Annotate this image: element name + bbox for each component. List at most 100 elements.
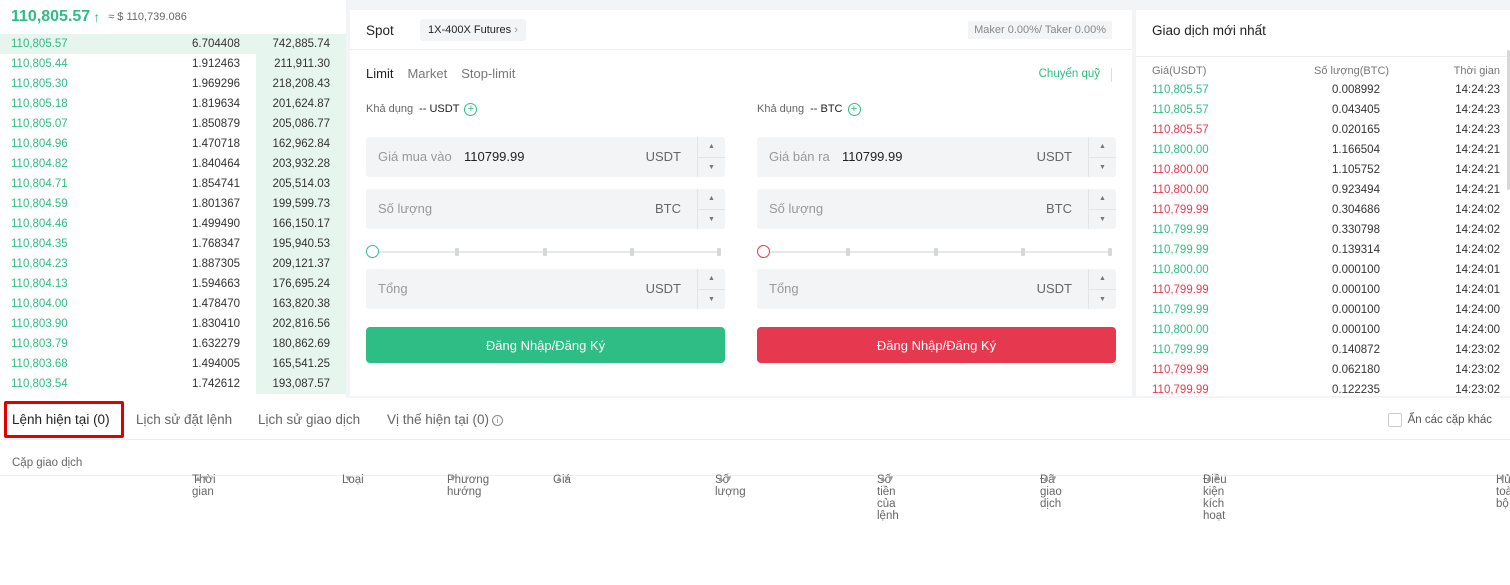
order-book-row[interactable]: 110,805.07 1.850879 205,086.77 bbox=[0, 114, 346, 134]
chevron-down-icon[interactable]: ▼ bbox=[344, 474, 352, 483]
sort-icon[interactable]: ▲▼ bbox=[555, 474, 571, 483]
hide-other-pairs-checkbox[interactable] bbox=[1387, 413, 1402, 427]
stepper-down-icon[interactable]: ▼ bbox=[1089, 209, 1116, 229]
order-amount: 1.850879 bbox=[192, 118, 240, 130]
futures-badge-label: 1X-400X Futures bbox=[428, 24, 512, 36]
order-book-row[interactable]: 110,805.18 1.819634 201,624.87 bbox=[0, 94, 346, 114]
hide-other-pairs[interactable]: Ẩn các cặp khác bbox=[1387, 413, 1492, 427]
slider-mark[interactable] bbox=[1108, 248, 1112, 256]
slider-mark[interactable] bbox=[1021, 248, 1025, 256]
order-book-row[interactable]: 110,804.71 1.854741 205,514.03 bbox=[0, 174, 346, 194]
buy-total-input[interactable]: Tổng bbox=[378, 281, 408, 296]
add-funds-icon[interactable]: + bbox=[464, 102, 478, 116]
stepper-up-icon[interactable]: ▲ bbox=[1089, 189, 1116, 209]
sort-icon[interactable]: ▲▼ bbox=[717, 474, 733, 483]
stepper-up-icon[interactable]: ▲ bbox=[698, 189, 725, 209]
buy-amount-slider[interactable] bbox=[366, 245, 721, 259]
tab-stop-limit[interactable]: Stop-limit bbox=[461, 66, 515, 81]
stepper-up-icon[interactable]: ▲ bbox=[698, 137, 725, 157]
stepper-up-icon[interactable]: ▲ bbox=[698, 269, 725, 289]
buy-form: Khả dụng -- USDT + Giá mua vào 110799.99… bbox=[366, 101, 725, 363]
order-book-row[interactable]: 110,804.23 1.887305 209,121.37 bbox=[0, 254, 346, 274]
buy-total-field[interactable]: Tổng USDT ▲ ▼ bbox=[366, 269, 725, 309]
sort-icon[interactable]: ▲▼ bbox=[1205, 474, 1221, 483]
order-amount: 1.830410 bbox=[192, 318, 240, 330]
stepper-down-icon[interactable]: ▼ bbox=[698, 157, 725, 177]
add-funds-icon[interactable]: + bbox=[847, 102, 861, 116]
slider-mark[interactable] bbox=[630, 248, 634, 256]
order-amount: 1.768347 bbox=[192, 238, 240, 250]
sell-total-field[interactable]: Tổng USDT ▲ ▼ bbox=[757, 269, 1116, 309]
order-amount: 1.969296 bbox=[192, 78, 240, 90]
tab-limit[interactable]: Limit bbox=[366, 66, 393, 81]
slider-mark[interactable] bbox=[717, 248, 721, 256]
stepper-up-icon[interactable]: ▲ bbox=[1089, 137, 1116, 157]
sell-total-input[interactable]: Tổng bbox=[769, 281, 799, 296]
buy-quantity-field[interactable]: Số lượng BTC ▲ ▼ bbox=[366, 189, 725, 229]
stepper-down-icon[interactable]: ▼ bbox=[1089, 289, 1116, 309]
order-book-row[interactable]: 110,804.59 1.801367 199,599.73 bbox=[0, 194, 346, 214]
order-book: 110,805.57 ↑ ≈ $ 110,739.086 110,805.57 6… bbox=[0, 0, 346, 398]
slider-mark[interactable] bbox=[846, 248, 850, 256]
order-book-row[interactable]: 110,805.30 1.969296 218,208.43 bbox=[0, 74, 346, 94]
order-book-row[interactable]: 110,803.79 1.632279 180,862.69 bbox=[0, 334, 346, 354]
tab-current-positions[interactable]: Vị thế hiện tại (0) i bbox=[387, 412, 504, 427]
sort-icon[interactable]: ▲▼ bbox=[879, 474, 895, 483]
buy-price-field[interactable]: Giá mua vào 110799.99 USDT ▲ ▼ bbox=[366, 137, 725, 177]
order-book-row[interactable]: 110,804.35 1.768347 195,940.53 bbox=[0, 234, 346, 254]
tab-market[interactable]: Market bbox=[407, 66, 447, 81]
order-total: 742,885.74 bbox=[272, 38, 330, 50]
info-icon[interactable]: i bbox=[492, 415, 504, 426]
order-book-row[interactable]: 110,804.82 1.840464 203,932.28 bbox=[0, 154, 346, 174]
sell-price-field[interactable]: Giá bán ra 110799.99 USDT ▲ ▼ bbox=[757, 137, 1116, 177]
price-stepper[interactable]: ▲ ▼ bbox=[697, 137, 725, 177]
trade-time: 14:24:00 bbox=[1455, 324, 1500, 336]
price-stepper[interactable]: ▲ ▼ bbox=[1088, 137, 1116, 177]
order-book-row[interactable]: 110,804.96 1.470718 162,962.84 bbox=[0, 134, 346, 154]
transfer-funds-link[interactable]: Chuyển quỹ bbox=[1039, 68, 1100, 80]
order-book-row[interactable]: 110,804.46 1.499490 166,150.17 bbox=[0, 214, 346, 234]
total-stepper[interactable]: ▲ ▼ bbox=[697, 269, 725, 309]
orders-tabs: Lệnh hiện tại (0) Lịch sử đặt lệnh Lịch … bbox=[0, 398, 1510, 440]
total-stepper[interactable]: ▲ ▼ bbox=[1088, 269, 1116, 309]
tab-order-history[interactable]: Lịch sử đặt lệnh bbox=[136, 412, 232, 427]
sort-icon[interactable]: ▲▼ bbox=[1042, 474, 1058, 483]
order-book-row[interactable]: 110,804.00 1.478470 163,820.38 bbox=[0, 294, 346, 314]
sell-quantity-field[interactable]: Số lượng BTC ▲ ▼ bbox=[757, 189, 1116, 229]
last-price: 110,805.57 bbox=[11, 8, 91, 25]
slider-mark[interactable] bbox=[934, 248, 938, 256]
slider-handle[interactable] bbox=[757, 245, 770, 258]
slider-handle[interactable] bbox=[366, 245, 379, 258]
order-book-row[interactable]: 110,803.68 1.494005 165,541.25 bbox=[0, 354, 346, 374]
slider-mark[interactable] bbox=[543, 248, 547, 256]
order-book-row[interactable]: 110,805.57 6.704408 742,885.74 bbox=[0, 34, 346, 54]
order-price: 110,804.35 bbox=[11, 238, 68, 250]
sort-icon[interactable]: ▲▼ bbox=[194, 474, 210, 483]
sell-amount-slider[interactable] bbox=[757, 245, 1112, 259]
tab-spot[interactable]: Spot bbox=[366, 23, 394, 38]
tab-current-orders[interactable]: Lệnh hiện tại (0) bbox=[12, 412, 110, 427]
chevron-down-icon[interactable]: ▼ bbox=[1498, 474, 1506, 483]
buy-price-input[interactable]: 110799.99 bbox=[464, 149, 525, 164]
quantity-stepper[interactable]: ▲ ▼ bbox=[697, 189, 725, 229]
stepper-up-icon[interactable]: ▲ bbox=[1089, 269, 1116, 289]
chevron-down-icon[interactable]: ▼ bbox=[449, 474, 457, 483]
order-book-row[interactable]: 110,803.90 1.830410 202,816.56 bbox=[0, 314, 346, 334]
stepper-down-icon[interactable]: ▼ bbox=[1089, 157, 1116, 177]
sell-login-button[interactable]: Đăng Nhập/Đăng Ký bbox=[757, 327, 1116, 363]
order-book-row[interactable]: 110,804.13 1.594663 176,695.24 bbox=[0, 274, 346, 294]
buy-quantity-input[interactable]: Số lượng bbox=[378, 201, 432, 216]
quantity-stepper[interactable]: ▲ ▼ bbox=[1088, 189, 1116, 229]
futures-badge[interactable]: 1X-400X Futures › bbox=[420, 19, 526, 41]
buy-login-button[interactable]: Đăng Nhập/Đăng Ký bbox=[366, 327, 725, 363]
tab-trade-history[interactable]: Lịch sử giao dịch bbox=[258, 412, 360, 427]
order-price: 110,804.46 bbox=[11, 218, 68, 230]
sell-quantity-input[interactable]: Số lượng bbox=[769, 201, 823, 216]
orders-panel: Lệnh hiện tại (0) Lịch sử đặt lệnh Lịch … bbox=[0, 398, 1510, 585]
stepper-down-icon[interactable]: ▼ bbox=[698, 289, 725, 309]
stepper-down-icon[interactable]: ▼ bbox=[698, 209, 725, 229]
sell-price-input[interactable]: 110799.99 bbox=[842, 149, 903, 164]
slider-mark[interactable] bbox=[455, 248, 459, 256]
order-book-row[interactable]: 110,805.44 1.912463 211,911.30 bbox=[0, 54, 346, 74]
order-book-row[interactable]: 110,803.54 1.742612 193,087.57 bbox=[0, 374, 346, 394]
